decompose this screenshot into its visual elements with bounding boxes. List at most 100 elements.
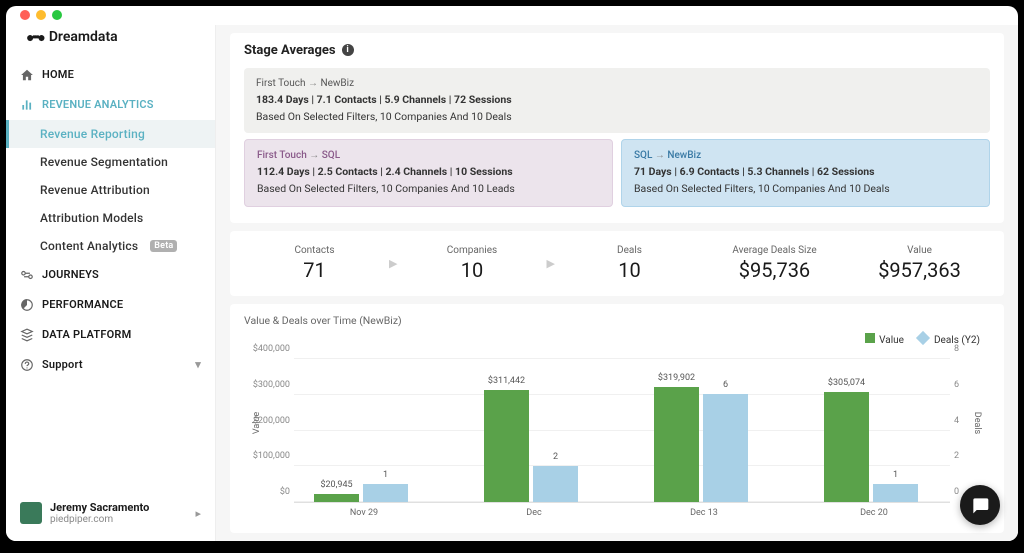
sidebar-item-label: Revenue Attribution bbox=[40, 183, 150, 197]
arrow-icon: → bbox=[308, 78, 320, 89]
nav-data-platform[interactable]: DATA PLATFORM bbox=[6, 320, 215, 350]
stage-metrics: 112.4 Days | 2.5 Contacts | 2.4 Channels… bbox=[257, 164, 600, 181]
stage-title-text: Stage Averages bbox=[244, 43, 336, 58]
kpi-label: Contacts bbox=[244, 245, 385, 256]
stage-metrics: 71 Days | 6.9 Contacts | 5.3 Channels | … bbox=[634, 164, 977, 181]
analytics-icon bbox=[20, 98, 34, 112]
kpi-label: Value bbox=[849, 245, 990, 256]
nav-home[interactable]: HOME bbox=[6, 60, 215, 90]
sidebar-item-revenue-reporting[interactable]: Revenue Reporting bbox=[6, 120, 215, 148]
kpi-deals: Deals 10 bbox=[559, 241, 700, 286]
data-platform-icon bbox=[20, 328, 34, 342]
brand-logo-icon: ●•••● bbox=[26, 29, 43, 46]
brand-name: Dreamdata bbox=[49, 29, 118, 45]
page-title: Stage Averages i bbox=[244, 43, 990, 58]
stage-filters: Based On Selected Filters, 10 Companies … bbox=[256, 109, 978, 126]
chevron-right-icon: ▶ bbox=[547, 257, 555, 270]
chat-button[interactable] bbox=[960, 485, 1000, 525]
nav-data-label: DATA PLATFORM bbox=[42, 328, 131, 341]
nav-journeys-label: JOURNEYS bbox=[42, 268, 99, 281]
stage-to: NewBiz bbox=[320, 78, 354, 89]
stage-box-sql-newbiz: SQL → NewBiz 71 Days | 6.9 Contacts | 5.… bbox=[621, 139, 990, 207]
maximize-icon[interactable] bbox=[52, 10, 62, 20]
avatar bbox=[20, 502, 42, 524]
home-icon bbox=[20, 68, 34, 82]
stage-title-row: SQL → NewBiz bbox=[634, 148, 977, 164]
chevron-right-icon: ▶ bbox=[389, 257, 397, 270]
sidebar-item-label: Content Analytics bbox=[40, 239, 138, 253]
kpi-value: 10 bbox=[559, 258, 700, 282]
user-org: piedpiper.com bbox=[50, 514, 187, 525]
user-name: Jeremy Sacramento bbox=[50, 501, 187, 514]
kpi-avg-deal-size: Average Deals Size $95,736 bbox=[704, 241, 845, 286]
kpi-value: Value $957,363 bbox=[849, 241, 990, 286]
beta-badge: Beta bbox=[150, 240, 177, 252]
kpi-value: 10 bbox=[401, 258, 542, 282]
chart-title: Value & Deals over Time (NewBiz) bbox=[244, 314, 990, 327]
app-body: ●•••● Dreamdata HOME REVENUE ANALYTICS R… bbox=[6, 25, 1018, 541]
stage-from: First Touch bbox=[256, 78, 306, 89]
kpi-contacts: Contacts 71 bbox=[244, 241, 385, 286]
close-icon[interactable] bbox=[20, 10, 30, 20]
sidebar: ●•••● Dreamdata HOME REVENUE ANALYTICS R… bbox=[6, 25, 216, 541]
nav-journeys[interactable]: JOURNEYS bbox=[6, 260, 215, 290]
kpi-label: Average Deals Size bbox=[704, 245, 845, 256]
stage-from: SQL bbox=[634, 150, 652, 161]
nav-performance[interactable]: PERFORMANCE bbox=[6, 290, 215, 320]
plot-area: $0$100,000$200,000$300,000$400,00002468$… bbox=[294, 359, 950, 503]
stage-to: NewBiz bbox=[667, 150, 701, 161]
journeys-icon bbox=[20, 268, 34, 282]
nav-performance-label: PERFORMANCE bbox=[42, 298, 123, 311]
legend-deals-swatch bbox=[916, 331, 930, 345]
kpi-value: $957,363 bbox=[849, 258, 990, 282]
stage-filters: Based On Selected Filters, 10 Companies … bbox=[257, 181, 600, 198]
chevron-down-icon: ▾ bbox=[195, 358, 201, 371]
sidebar-item-content-analytics[interactable]: Content Analytics Beta bbox=[6, 232, 215, 260]
kpi-companies: Companies 10 bbox=[401, 241, 542, 286]
stage-from: First Touch bbox=[257, 150, 307, 161]
arrow-icon: → bbox=[655, 150, 668, 161]
sidebar-item-attribution-models[interactable]: Attribution Models bbox=[6, 204, 215, 232]
sidebar-item-label: Attribution Models bbox=[40, 211, 143, 225]
sidebar-item-revenue-attribution[interactable]: Revenue Attribution bbox=[6, 176, 215, 204]
nav-support[interactable]: Support ▾ bbox=[6, 350, 215, 380]
support-icon bbox=[20, 358, 34, 372]
nav: HOME REVENUE ANALYTICS Revenue Reporting… bbox=[6, 60, 215, 493]
stage-averages-panel: Stage Averages i First Touch → NewBiz 18… bbox=[230, 33, 1004, 223]
chart: Value Deals (Y2) Value Deals $0$100,000$… bbox=[244, 333, 990, 523]
kpi-label: Deals bbox=[559, 245, 700, 256]
user-menu[interactable]: Jeremy Sacramento piedpiper.com ▸ bbox=[6, 493, 215, 533]
info-icon[interactable]: i bbox=[342, 44, 354, 56]
sidebar-item-label: Revenue Reporting bbox=[40, 127, 145, 141]
titlebar bbox=[6, 6, 1018, 25]
brand-logo[interactable]: ●•••● Dreamdata bbox=[6, 25, 215, 60]
nav-home-label: HOME bbox=[42, 68, 74, 81]
chat-icon bbox=[970, 495, 990, 515]
nav-revenue-label: REVENUE ANALYTICS bbox=[42, 98, 154, 111]
chevron-right-icon: ▸ bbox=[195, 507, 201, 520]
stage-box-sql: First Touch → SQL 112.4 Days | 2.5 Conta… bbox=[244, 139, 613, 207]
legend-value: Value bbox=[865, 333, 904, 346]
kpi-value: $95,736 bbox=[704, 258, 845, 282]
stage-to: SQL bbox=[322, 150, 340, 161]
minimize-icon[interactable] bbox=[36, 10, 46, 20]
nav-revenue-analytics[interactable]: REVENUE ANALYTICS bbox=[6, 90, 215, 120]
chart-panel: Value & Deals over Time (NewBiz) Value D… bbox=[230, 304, 1004, 533]
stage-title-row: First Touch → NewBiz bbox=[256, 76, 978, 92]
legend-value-swatch bbox=[865, 333, 875, 343]
performance-icon bbox=[20, 298, 34, 312]
sidebar-item-revenue-segmentation[interactable]: Revenue Segmentation bbox=[6, 148, 215, 176]
kpi-label: Companies bbox=[401, 245, 542, 256]
app-window: ●•••● Dreamdata HOME REVENUE ANALYTICS R… bbox=[6, 6, 1018, 541]
stage-box-newbiz: First Touch → NewBiz 183.4 Days | 7.1 Co… bbox=[244, 68, 990, 134]
sidebar-item-label: Revenue Segmentation bbox=[40, 155, 168, 169]
kpi-value: 71 bbox=[244, 258, 385, 282]
stage-filters: Based On Selected Filters, 10 Companies … bbox=[634, 181, 977, 198]
user-info: Jeremy Sacramento piedpiper.com bbox=[50, 501, 187, 525]
arrow-icon: → bbox=[309, 150, 322, 161]
nav-support-label: Support bbox=[42, 358, 83, 371]
stage-title-row: First Touch → SQL bbox=[257, 148, 600, 164]
kpi-panel: Contacts 71 ▶ Companies 10 ▶ Deals 10 Av… bbox=[230, 231, 1004, 296]
stage-metrics: 183.4 Days | 7.1 Contacts | 5.9 Channels… bbox=[256, 92, 978, 109]
main-content: Stage Averages i First Touch → NewBiz 18… bbox=[216, 25, 1018, 541]
